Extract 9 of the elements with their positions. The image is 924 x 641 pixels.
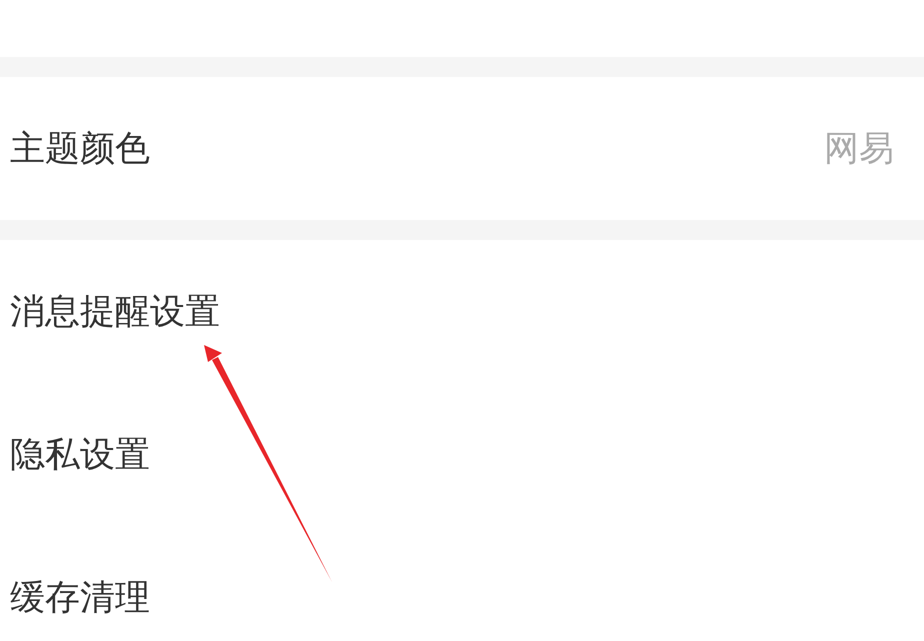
row-value: 网易 (824, 128, 895, 171)
row-label: 主题颜色 (10, 128, 150, 171)
settings-row[interactable]: 缓存清理 (0, 526, 924, 641)
row-label: 消息提醒设置 (10, 291, 220, 334)
settings-row[interactable]: 消息提醒设置 (0, 240, 924, 383)
settings-row[interactable]: 主题颜色 网易 (0, 77, 924, 220)
row-label: 隐私设置 (10, 434, 150, 477)
settings-row[interactable]: 隐私设置 (0, 383, 924, 526)
row-label: 缓存清理 (10, 577, 150, 620)
